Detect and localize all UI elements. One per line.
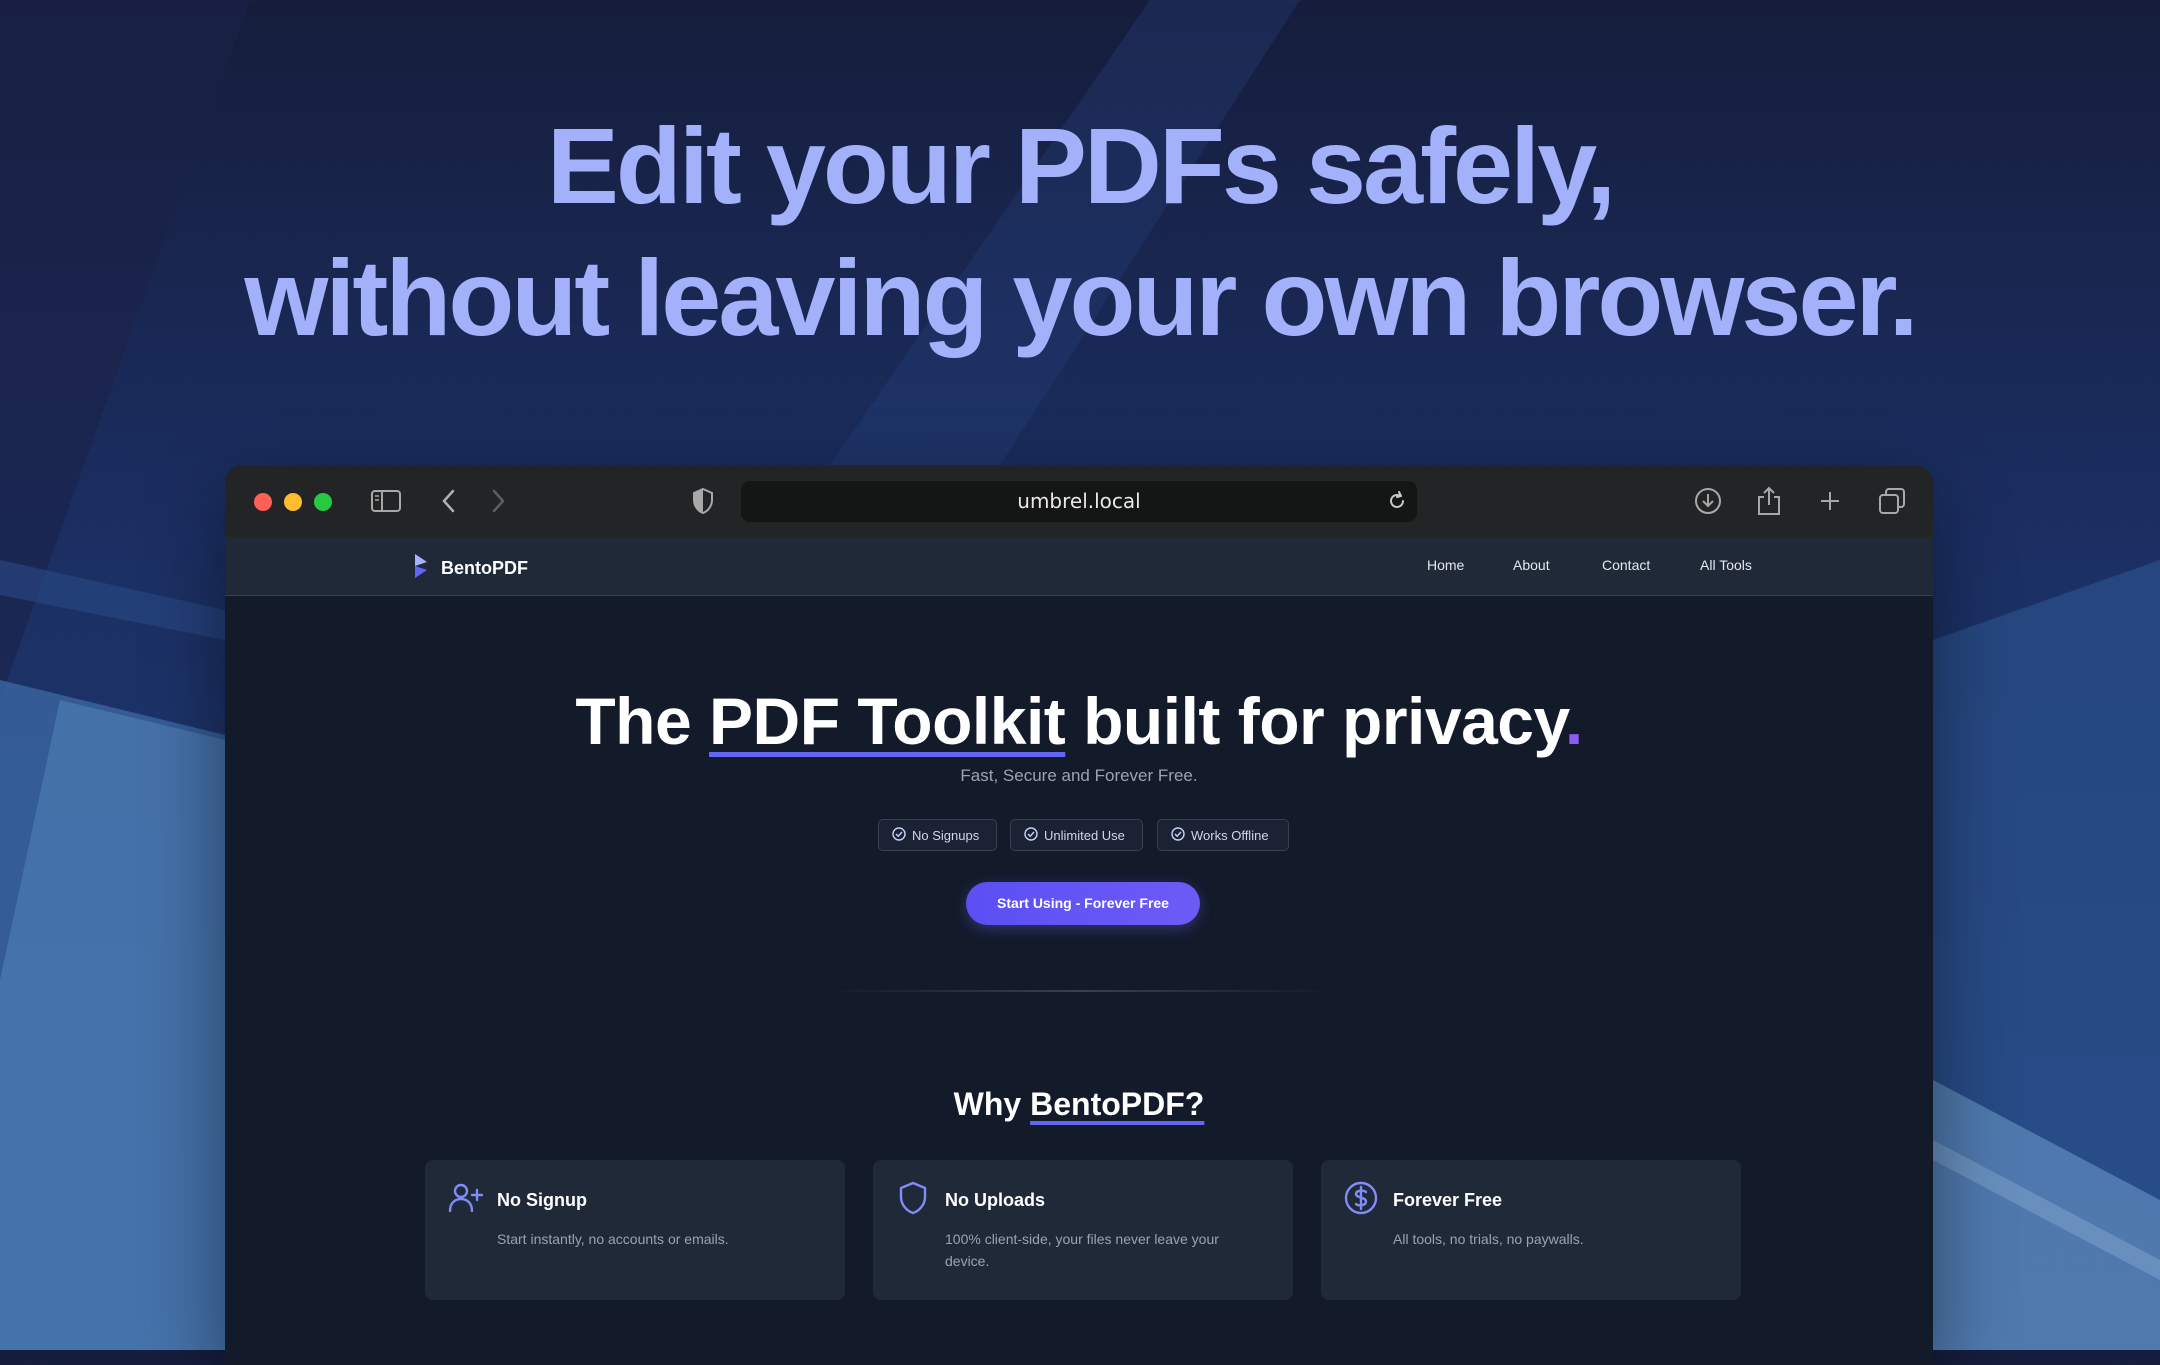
feature-card-no-signup: No Signup Start instantly, no accounts o… <box>425 1160 845 1300</box>
section-divider <box>825 990 1335 992</box>
badge-label: Unlimited Use <box>1044 827 1125 843</box>
browser-window: umbrel.local BentoPDF Home About Contact… <box>225 465 1933 1365</box>
brand[interactable]: BentoPDF <box>413 552 528 585</box>
badge-no-signups: No Signups <box>878 819 997 851</box>
tabs-overview-icon[interactable] <box>1874 483 1910 519</box>
card-description: All tools, no trials, no paywalls. <box>1393 1231 1584 1247</box>
subtitle: Fast, Secure and Forever Free. <box>960 766 1198 785</box>
shield-icon <box>895 1180 931 1216</box>
dollar-icon <box>1343 1180 1379 1216</box>
brand-name: BentoPDF <box>441 558 528 578</box>
reload-icon[interactable] <box>1385 489 1409 513</box>
card-title: No Signup <box>497 1190 587 1210</box>
headline-dot: . <box>1564 684 1583 758</box>
check-circle-icon <box>892 826 906 844</box>
sidebar-icon[interactable] <box>368 483 404 519</box>
feature-badges: No Signups Unlimited Use Works Offline <box>225 819 1933 855</box>
forward-icon[interactable] <box>480 483 516 519</box>
start-using-button[interactable]: Start Using - Forever Free <box>966 882 1200 925</box>
shield-icon[interactable] <box>685 483 721 519</box>
why-text-pre: Why <box>953 1086 1031 1122</box>
feature-card-forever-free: Forever Free All tools, no trials, no pa… <box>1321 1160 1741 1300</box>
badge-label: No Signups <box>912 827 980 843</box>
check-circle-icon <box>1024 826 1038 844</box>
feature-card-no-uploads: No Uploads 100% client-side, your files … <box>873 1160 1293 1300</box>
new-tab-icon[interactable] <box>1812 483 1848 519</box>
back-icon[interactable] <box>431 483 467 519</box>
page-content: The PDF Toolkit built for privacy. Fast,… <box>225 596 1933 1365</box>
nav-contact[interactable]: Contact <box>1602 557 1650 573</box>
hero-heading: Edit your PDFs safely, without leaving y… <box>0 100 2160 364</box>
badge-unlimited-use: Unlimited Use <box>1010 819 1143 851</box>
nav-all-tools[interactable]: All Tools <box>1700 557 1752 573</box>
check-circle-icon <box>1171 826 1185 844</box>
close-window-button[interactable] <box>254 493 272 511</box>
card-description: 100% client-side, your files never leave… <box>945 1231 1219 1269</box>
address-bar[interactable]: umbrel.local <box>741 481 1417 522</box>
headline-highlight: PDF Toolkit <box>709 684 1066 758</box>
badge-works-offline: Works Offline <box>1157 819 1289 851</box>
card-title: No Uploads <box>945 1190 1046 1210</box>
share-icon[interactable] <box>1751 483 1787 519</box>
logo-icon <box>413 552 431 585</box>
url-text: umbrel.local <box>1017 489 1141 513</box>
why-heading: Why BentoPDF? <box>225 1086 1933 1123</box>
why-highlight: BentoPDF? <box>1030 1086 1205 1122</box>
hero-line-1: Edit your PDFs safely, <box>546 105 1616 226</box>
download-icon[interactable] <box>1690 483 1726 519</box>
headline-text-pre: The <box>575 684 710 758</box>
minimize-window-button[interactable] <box>284 493 302 511</box>
zoom-window-button[interactable] <box>314 493 332 511</box>
nav-home[interactable]: Home <box>1427 557 1464 573</box>
hero-line-2: without leaving your own browser. <box>244 237 1918 358</box>
card-description: Start instantly, no accounts or emails. <box>497 1231 729 1247</box>
site-navbar: BentoPDF Home About Contact All Tools <box>225 537 1933 596</box>
main-headline: The PDF Toolkit built for privacy. <box>225 681 1933 761</box>
nav-about[interactable]: About <box>1513 557 1550 573</box>
browser-toolbar: umbrel.local <box>225 465 1933 537</box>
badge-label: Works Offline <box>1191 827 1269 843</box>
card-title: Forever Free <box>1393 1190 1503 1210</box>
user-plus-icon <box>447 1180 484 1216</box>
headline-text-post: built for privacy <box>1065 684 1565 758</box>
